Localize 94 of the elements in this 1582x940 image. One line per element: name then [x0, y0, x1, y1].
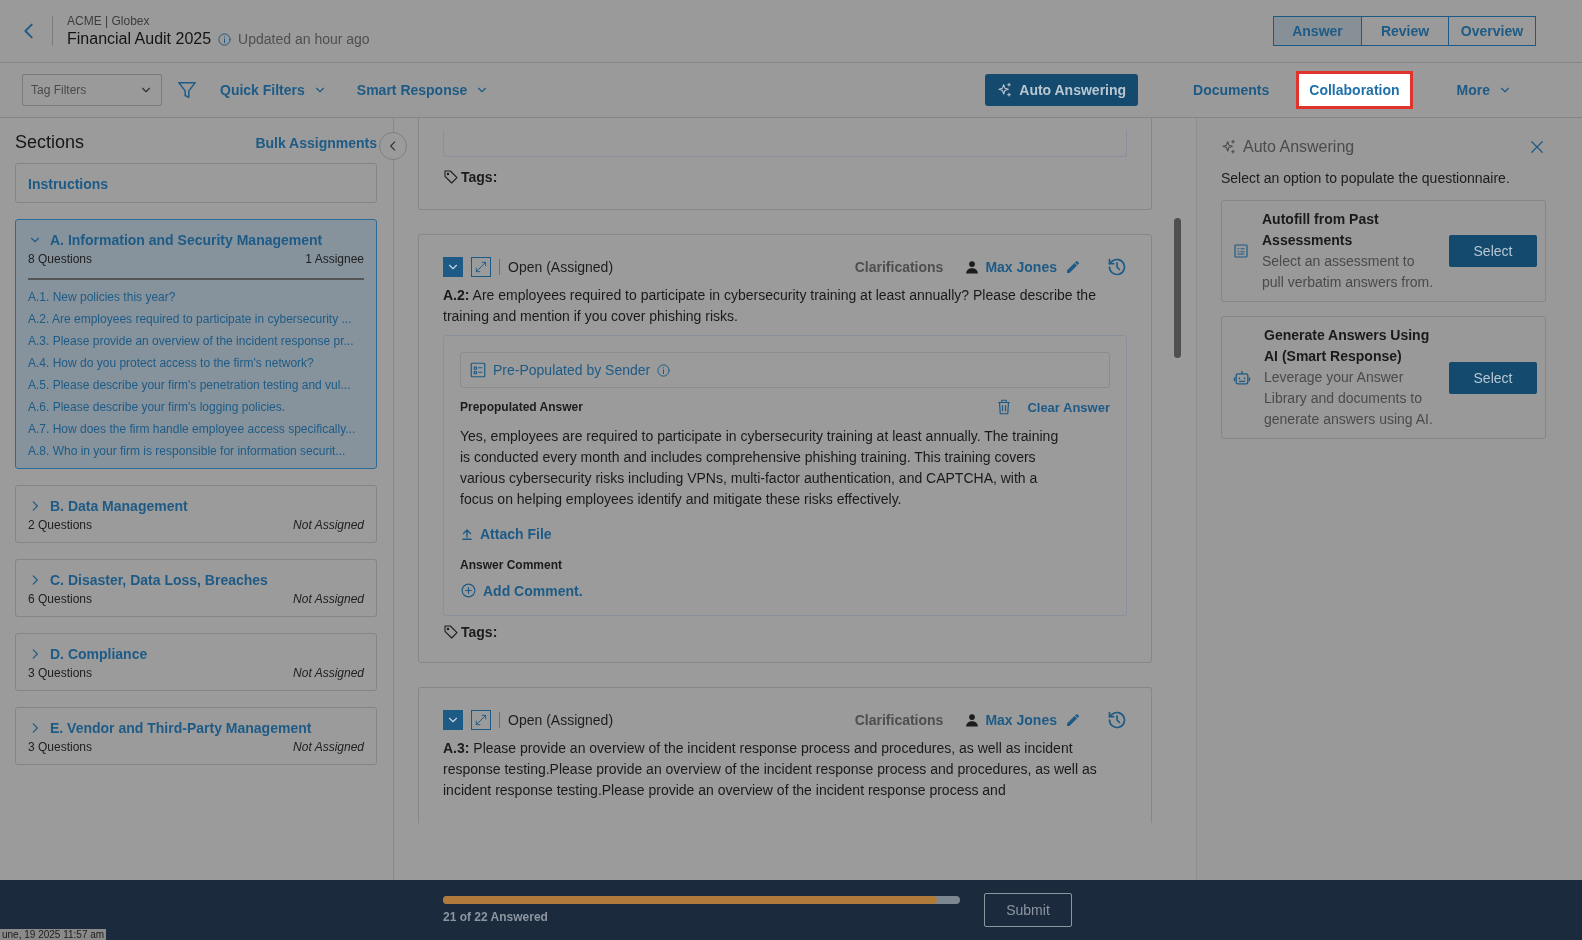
tags-label: Tags: [461, 624, 498, 640]
add-comment-button[interactable]: Add Comment. [460, 582, 1110, 599]
upload-icon [460, 527, 474, 541]
section-title[interactable]: D. Compliance [28, 646, 148, 662]
question-link[interactable]: A.2. Are employees required to participate in cybersecurity ... [28, 312, 352, 326]
select-button[interactable]: Select [1449, 235, 1537, 267]
clear-answer-button[interactable]: Clear Answer [995, 398, 1110, 416]
question-status: Open (Assigned) [499, 712, 614, 728]
panel-intro: Select an option to populate the questionnaire. [1221, 170, 1511, 186]
close-button[interactable] [1528, 138, 1546, 156]
tags-label: Tags: [461, 169, 498, 185]
pencil-icon[interactable] [1065, 712, 1081, 728]
expand-button[interactable] [471, 710, 491, 730]
tag-filter-select[interactable]: Tag Filters [22, 74, 162, 106]
list-icon [469, 361, 487, 379]
list-icon [1232, 242, 1250, 260]
instructions-link[interactable]: Instructions [28, 176, 109, 192]
attach-file-button[interactable]: Attach File [460, 526, 1110, 542]
comment-label: Answer Comment [460, 558, 564, 572]
select-button[interactable]: Select [1449, 361, 1537, 394]
clarifications-link[interactable]: Clarifications [848, 258, 950, 276]
scrollbar-thumb[interactable] [1174, 218, 1181, 358]
filter-icon [176, 79, 198, 101]
info-icon [656, 362, 672, 378]
question-link[interactable]: A.8. Who in your firm is responsible for information securit... [28, 444, 346, 458]
progress-label: 21 of 22 Answered [443, 910, 549, 924]
expand-icon [474, 713, 488, 727]
section-title[interactable]: A. Information and Security Management [28, 232, 323, 248]
expand-button[interactable] [471, 257, 491, 277]
question-count: 3 Questions [28, 666, 93, 680]
view-tab[interactable]: Answer [1274, 17, 1361, 45]
toolbar-link[interactable]: Collaboration [1296, 71, 1413, 109]
tag-icon [443, 169, 459, 185]
assignee-status: Not Assigned [293, 592, 364, 606]
view-tab[interactable]: Review [1361, 17, 1448, 45]
sparkle-icon [1221, 139, 1237, 155]
timestamp: une, 19 2025 11:57 am [0, 929, 107, 940]
collapse-button[interactable] [443, 257, 463, 277]
assignee-status: Not Assigned [293, 666, 364, 680]
toolbar-link[interactable]: Documents [1180, 71, 1283, 109]
smart-response-dropdown[interactable]: Smart Response [348, 78, 498, 102]
option-title: Autofill from Past Assessments [1262, 210, 1380, 250]
sections-title: Sections [15, 132, 85, 153]
question-link[interactable]: A.4. How do you protect access to the firm's network? [28, 356, 314, 370]
option-description: Select an assessment to pull verbatim answers from. [1262, 252, 1435, 292]
option-description: Leverage your Answer Library and documents to generate answers using AI. [1264, 368, 1434, 429]
collapse-sidebar-button[interactable] [379, 132, 407, 160]
question-link[interactable]: A.5. Please describe your firm's penetration testing and vul... [28, 378, 351, 392]
tag-icon [443, 624, 459, 640]
auto-answering-button[interactable]: Auto Answering [985, 74, 1139, 106]
page-title: Financial Audit 2025 [67, 30, 212, 48]
bulk-assignments-link[interactable]: Bulk Assignments [255, 134, 377, 151]
section-title[interactable]: E. Vendor and Third-Party Management [28, 720, 312, 736]
plus-circle-icon [460, 582, 477, 599]
question-count: 3 Questions [28, 740, 93, 754]
view-tab[interactable]: Overview [1448, 17, 1535, 45]
assignee-link[interactable]: Max Jones [965, 259, 1057, 275]
option-title: Generate Answers Using AI (Smart Response) [1264, 326, 1431, 366]
person-icon [965, 260, 980, 274]
question-count: 8 Questions [28, 252, 93, 266]
history-icon [1107, 710, 1127, 730]
question-link[interactable]: A.3. Please provide an overview of the incident response pr... [28, 334, 354, 348]
expand-icon [474, 260, 488, 274]
panel-title: Auto Answering [1243, 138, 1355, 156]
submit-button[interactable]: Submit [984, 893, 1072, 927]
section-title[interactable]: C. Disaster, Data Loss, Breaches [28, 572, 268, 588]
source-label: Pre-Populated by Sender [493, 362, 651, 378]
assignee-link[interactable]: Max Jones [965, 712, 1057, 728]
updated-text: Updated an hour ago [238, 31, 370, 47]
question-status: Open (Assigned) [499, 259, 614, 275]
assignee-status: Not Assigned [293, 740, 364, 754]
question-text: A.3: Please provide an overview of the incident response process and procedures, as well as incident response testing.Please provide an overview of the incident response process and procedures, as well as incident response testing.Please provide an overview of the incident response process and [443, 739, 1098, 800]
question-link[interactable]: A.7. How does the firm handle employee access specifically... [28, 422, 356, 436]
question-link[interactable]: A.1. New policies this year? [28, 290, 176, 304]
sparkle-icon [997, 82, 1014, 98]
clarifications-link[interactable]: Clarifications [848, 711, 950, 729]
assignee-status: 1 Assignee [305, 252, 364, 266]
question-count: 6 Questions [28, 592, 93, 606]
question-count: 2 Questions [28, 518, 93, 532]
collapse-button[interactable] [443, 710, 463, 730]
answer-text: Yes, employees are required to participate in cybersecurity training at least annually. The training is conducted every month and includes comprehensive phishing training. This training covers various cybersecurity risks including VPNs, multi-factor authentication, and CAPTCHA, with a focus on helping employees identify and mitigate these risks effectively. [460, 427, 1060, 509]
question-link[interactable]: A.6. Please describe your firm's logging policies. [28, 400, 286, 414]
answer-label: Prepopulated Answer [460, 400, 583, 414]
breadcrumb: ACME | Globex [67, 14, 151, 28]
more-dropdown[interactable]: More [1448, 78, 1520, 102]
section-title[interactable]: B. Data Management [28, 498, 188, 514]
quick-filters-dropdown[interactable]: Quick Filters [212, 78, 335, 102]
history-icon [1107, 257, 1127, 277]
person-icon [965, 713, 980, 727]
info-icon [217, 31, 233, 47]
close-icon [1528, 138, 1546, 156]
assignee-status: Not Assigned [293, 518, 364, 532]
question-text: A.2: Are employees required to participate in cybersecurity training at least annually? Please describe the training and mention if you cover phishing risks. [443, 286, 1097, 326]
pencil-icon[interactable] [1065, 259, 1081, 275]
